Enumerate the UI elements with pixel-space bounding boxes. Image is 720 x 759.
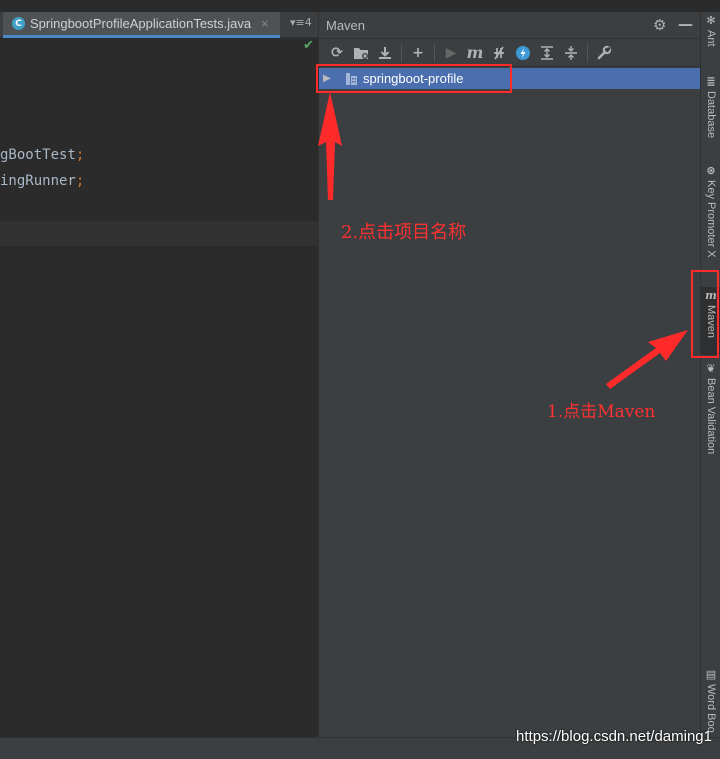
skip-tests-icon[interactable]: [511, 41, 535, 65]
maven-toolbar: ⟳ + ▶ m: [319, 39, 700, 67]
code-text: ingRunner: [0, 173, 76, 189]
hide-panel-icon[interactable]: —: [678, 15, 693, 33]
toolbar-separator: [401, 43, 402, 62]
annotation-box-maven-tab: [691, 270, 719, 358]
close-icon[interactable]: ×: [260, 17, 269, 30]
strip-tab-database[interactable]: ≣ Database: [701, 75, 720, 138]
run-icon[interactable]: ▶: [439, 41, 463, 65]
download-icon[interactable]: [373, 41, 397, 65]
code-line: gBootTest;: [0, 147, 84, 163]
check-icon: ✔: [303, 38, 314, 53]
word-book-icon: ▤: [705, 668, 717, 681]
reload-icon[interactable]: ⟳: [325, 41, 349, 65]
strip-tab-label: Database: [705, 91, 717, 139]
java-class-icon: C: [12, 17, 25, 30]
strip-tab-label: Word Boo: [705, 684, 717, 733]
strip-tab-word-book[interactable]: ▤ Word Boo: [701, 668, 720, 733]
strip-tab-key-promoter[interactable]: ⊛ Key Promoter X: [701, 164, 720, 258]
strip-tab-label: Key Promoter X: [705, 180, 717, 258]
add-folder-icon[interactable]: [349, 41, 373, 65]
gear-icon[interactable]: ⚙: [653, 16, 666, 34]
toolbar-separator: [587, 43, 588, 62]
plus-icon[interactable]: +: [406, 41, 430, 65]
editor-tab-bar: C SpringbootProfileApplicationTests.java…: [0, 12, 319, 38]
right-tool-strip: ✻ Ant ≣ Database ⊛ Key Promoter X m Mave…: [700, 12, 720, 737]
strip-tab-label: Bean Validation: [705, 378, 717, 455]
maven-tool-window: Maven ⚙ — ⟳ + ▶ m ▶ springboot-profile: [319, 12, 700, 737]
annotation-box-project: [316, 64, 512, 93]
annotation-step2-text: 2.点击项目名称: [341, 222, 467, 243]
watermark-url: https://blog.csdn.net/daming1: [516, 728, 712, 745]
expand-all-icon[interactable]: [535, 41, 559, 65]
key-promoter-icon: ⊛: [706, 164, 716, 177]
tabs-list-menu[interactable]: ▾≡4: [290, 16, 312, 29]
maven-title: Maven: [326, 17, 366, 33]
maven-goal-icon[interactable]: m: [463, 41, 487, 65]
current-line-highlight: [0, 221, 319, 246]
collapse-all-icon[interactable]: [559, 41, 583, 65]
annotation-step1-text: 1.点击Maven: [547, 402, 656, 422]
bean-validation-icon: ❦: [706, 362, 716, 375]
toggle-offline-icon[interactable]: [487, 41, 511, 65]
code-editor[interactable]: C SpringbootProfileApplicationTests.java…: [0, 0, 319, 737]
ant-icon: ✻: [706, 14, 716, 27]
code-line: ingRunner;: [0, 173, 84, 189]
settings-wrench-icon[interactable]: [592, 41, 616, 65]
strip-tab-label: Ant: [705, 30, 717, 47]
code-semicolon: ;: [75, 173, 85, 189]
strip-tab-bean-validation[interactable]: ❦ Bean Validation: [701, 362, 720, 454]
editor-tab-label: SpringbootProfileApplicationTests.java: [30, 16, 252, 31]
database-icon: ≣: [706, 75, 716, 88]
editor-tab-file[interactable]: C SpringbootProfileApplicationTests.java…: [3, 12, 280, 38]
maven-header: Maven: [319, 12, 700, 39]
toolbar-separator: [434, 43, 435, 62]
code-text: gBootTest: [0, 147, 76, 163]
code-semicolon: ;: [75, 147, 85, 163]
strip-tab-ant[interactable]: ✻ Ant: [701, 14, 720, 47]
